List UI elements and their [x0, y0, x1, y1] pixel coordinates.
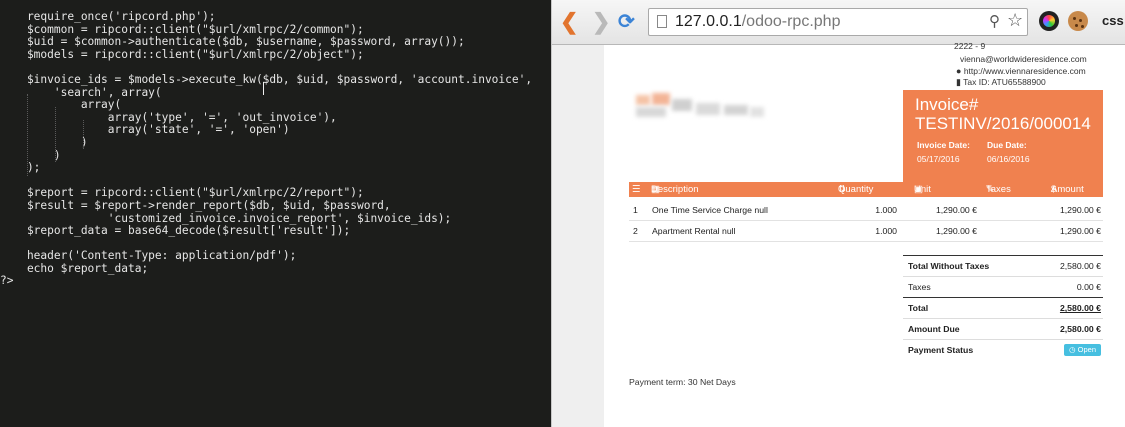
globe-icon: ● — [956, 66, 962, 76]
line-amount: 1,290.00 € — [1059, 205, 1101, 215]
column-description-label: Description — [651, 184, 699, 195]
zoom-icon[interactable]: ⚲ — [989, 12, 1000, 30]
company-logo — [636, 93, 766, 121]
code-line[interactable]: $report_data = base64_decode($result['re… — [0, 224, 532, 238]
company-tax-id-text: Tax ID: ATU65588900 — [963, 77, 1046, 87]
code-line[interactable]: ) — [0, 136, 532, 150]
invoice-title-label: Invoice# — [915, 95, 979, 114]
cookie-extension-icon[interactable] — [1068, 11, 1088, 31]
reload-icon[interactable]: ⟳ — [618, 10, 635, 34]
code-line[interactable]: header('Content-Type: application/pdf'); — [0, 250, 532, 263]
page-icon — [657, 15, 667, 28]
invoice-date-label: Invoice Date: — [917, 140, 970, 150]
table-row: 1 One Time Service Charge null 1.000 1,2… — [629, 200, 1103, 221]
taxes-row: Taxes 0.00 € — [903, 276, 1103, 298]
viewer-margin — [552, 45, 604, 427]
indent-guide — [83, 120, 84, 149]
status-badge: ◷ Open — [1064, 344, 1101, 356]
code-line[interactable]: ) — [0, 149, 532, 163]
company-website: ● http://www.viennaresidence.com — [956, 66, 1086, 76]
clock-icon: ◷ — [1069, 345, 1076, 354]
line-unit-price: 1,290.00 € — [935, 205, 977, 215]
code-line[interactable]: ); — [0, 162, 532, 175]
browser-toolbar: ❮ ❯ ⟳ 127.0.0.1/odoo-rpc.php ⚲ ☆ css — [552, 0, 1125, 45]
total-without-taxes-label: Total Without Taxes — [908, 261, 990, 271]
pdf-page: 2222 - 9 vienna@worldwideresidence.com ●… — [604, 41, 1125, 427]
code-line[interactable]: ?> — [0, 275, 532, 288]
color-wheel-extension-icon[interactable] — [1039, 11, 1059, 31]
url-text[interactable]: 127.0.0.1/odoo-rpc.php — [675, 12, 840, 32]
invoice-number: TESTINV/2016/000014 — [915, 114, 1091, 133]
list-icon: ☰ — [632, 184, 641, 195]
invoice-header-box: Invoice# TESTINV/2016/000014 Invoice Dat… — [903, 90, 1103, 186]
line-description: One Time Service Charge null — [652, 205, 768, 215]
status-badge-text: Open — [1077, 345, 1096, 354]
total-value: 2,580.00 € — [1059, 303, 1101, 313]
total-without-taxes-value: 2,580.00 € — [1059, 261, 1101, 271]
payment-term: Payment term: 30 Net Days — [629, 377, 736, 387]
table-row: 2 Apartment Rental null 1.000 1,290.00 €… — [629, 221, 1103, 242]
code-line[interactable]: require_once('ripcord.php'); — [0, 10, 532, 24]
line-quantity: 1.000 — [875, 205, 897, 215]
amount-due-label: Amount Due — [908, 324, 960, 334]
payment-status-row: Payment Status ◷ Open — [903, 339, 1103, 361]
code-line[interactable]: array( — [0, 99, 532, 112]
company-tax-id: ▮ Tax ID: ATU65588900 — [956, 77, 1046, 88]
amount-due-value: 2,580.00 € — [1059, 324, 1101, 334]
line-number: 1 — [633, 205, 638, 215]
back-icon[interactable]: ❮ — [560, 10, 578, 34]
invoice-date-value: 05/17/2016 — [917, 154, 960, 164]
forward-icon[interactable]: ❯ — [592, 10, 610, 34]
company-website-text: http://www.viennaresidence.com — [963, 66, 1086, 76]
line-number: 2 — [633, 226, 638, 236]
line-description: Apartment Rental null — [652, 226, 736, 236]
company-address: 2222 - 9 — [954, 41, 986, 51]
bookmark-star-icon[interactable]: ☆ — [1007, 10, 1023, 31]
url-host: 127.0.0.1 — [675, 13, 742, 30]
company-email: vienna@worldwideresidence.com — [960, 54, 1087, 64]
payment-status-label: Payment Status — [908, 345, 974, 355]
line-quantity: 1.000 — [875, 226, 897, 236]
taxes-value: 0.00 € — [1076, 282, 1101, 292]
code-editor[interactable]: require_once('ripcord.php'); $common = r… — [0, 0, 551, 427]
column-taxes-label: Taxes — [986, 184, 1011, 195]
column-quantity-label: Quantity — [838, 184, 874, 195]
indent-guide — [55, 107, 56, 162]
total-label: Total — [908, 303, 929, 313]
phone-icon: ▮ — [956, 77, 961, 87]
total-row: Total 2,580.00 € — [903, 297, 1103, 319]
browser-window: ❮ ❯ ⟳ 127.0.0.1/odoo-rpc.php ⚲ ☆ css 222… — [552, 0, 1125, 427]
invoice-title: Invoice# TESTINV/2016/000014 — [915, 95, 1091, 133]
code-line[interactable]: $result = $report->render_report($db, $u… — [0, 199, 532, 213]
due-date-label: Due Date: — [987, 140, 1027, 150]
amount-due-row: Amount Due 2,580.00 € — [903, 318, 1103, 340]
column-amount-label: Amount — [1051, 184, 1084, 195]
code-line[interactable]: echo $report_data; — [0, 262, 532, 276]
indent-guide — [27, 94, 28, 176]
url-path: /odoo-rpc.php — [741, 13, 841, 30]
due-date-value: 06/16/2016 — [987, 154, 1030, 164]
code-text[interactable]: require_once('ripcord.php'); $common = r… — [0, 10, 532, 288]
line-amount: 1,290.00 € — [1059, 226, 1101, 236]
code-line[interactable]: $uid = $common->authenticate($db, $usern… — [0, 36, 532, 49]
css-extension-button[interactable]: css — [1102, 13, 1124, 28]
taxes-label: Taxes — [908, 282, 931, 292]
invoice-lines-header: ☰ ▦ Description ⇅ Quantity ▣ Unit Price … — [629, 182, 1103, 210]
code-line[interactable]: $invoice_ids = $models->execute_kw($db, … — [0, 73, 532, 87]
code-line[interactable]: $models = ripcord::client("$url/xmlrpc/2… — [0, 48, 532, 62]
total-without-taxes-row: Total Without Taxes 2,580.00 € — [903, 255, 1103, 277]
address-bar[interactable]: 127.0.0.1/odoo-rpc.php ⚲ ☆ — [648, 8, 1028, 36]
text-cursor — [263, 82, 264, 95]
line-unit-price: 1,290.00 € — [935, 226, 977, 236]
